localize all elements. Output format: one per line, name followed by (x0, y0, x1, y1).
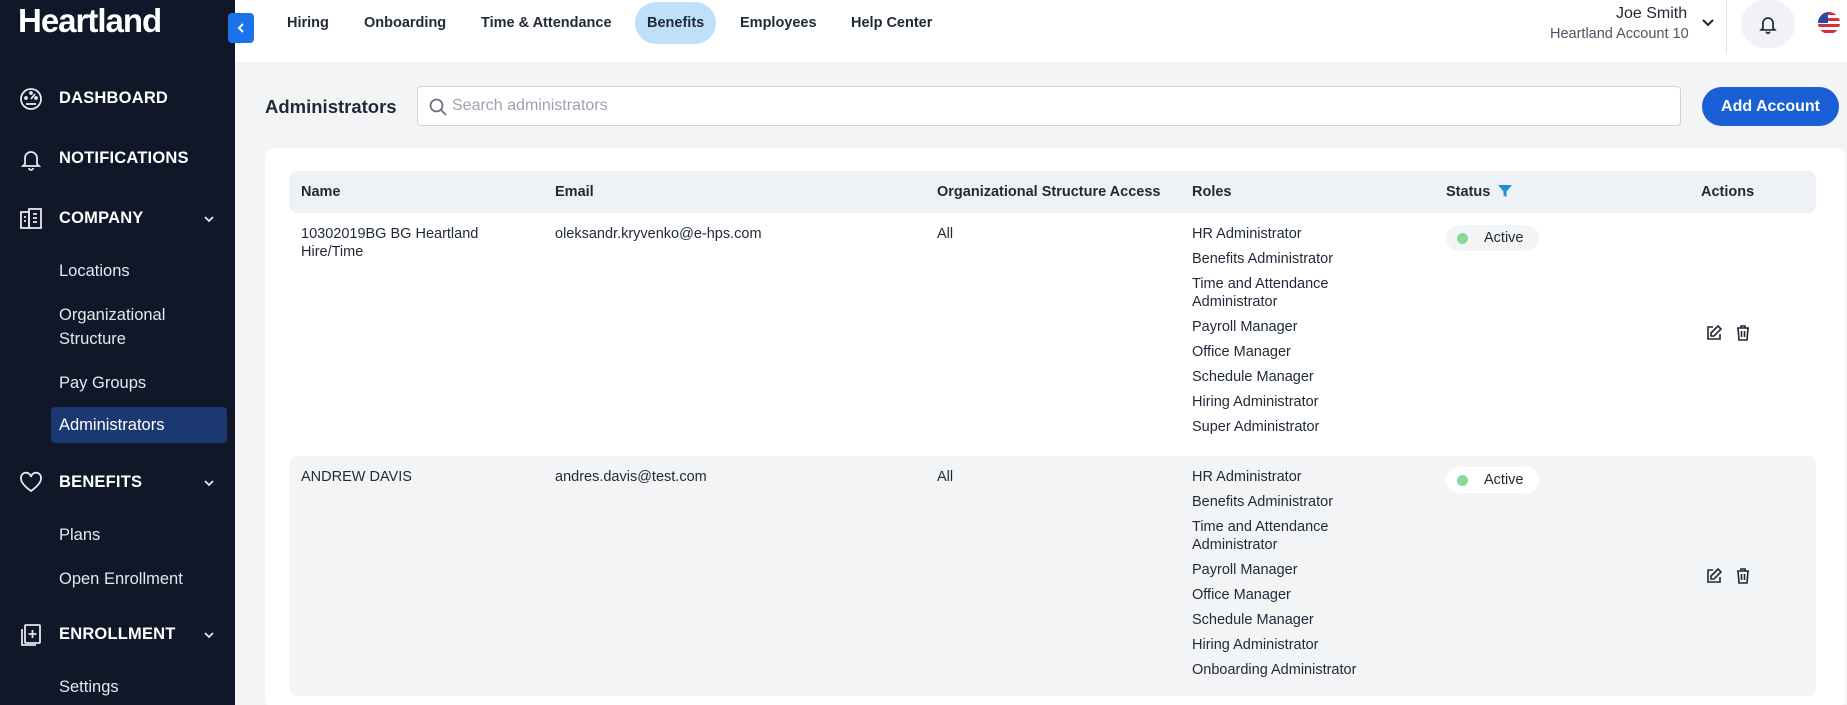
dashboard-icon (20, 88, 42, 110)
row-access: All (937, 469, 954, 485)
us-flag-icon[interactable] (1818, 12, 1840, 34)
search-input[interactable] (452, 91, 1662, 121)
page-title: Administrators (265, 96, 397, 117)
trash-icon[interactable] (1733, 323, 1753, 343)
collapse-sidebar-button[interactable] (228, 13, 254, 43)
role-label: Time and Attendance (1192, 276, 1329, 292)
search-icon (429, 98, 447, 116)
sidebar-item-plans[interactable]: Plans (59, 523, 100, 547)
row-email: oleksandr.kryvenko@e-hps.com (555, 226, 762, 242)
bell-icon (20, 151, 42, 171)
account-name: Heartland Account 10 (1550, 26, 1689, 42)
chevron-down-icon[interactable] (1700, 14, 1716, 30)
column-header-roles[interactable]: Roles (1192, 184, 1232, 200)
role-label: Administrator (1192, 537, 1278, 553)
row-name-line2: Hire/Time (301, 244, 364, 260)
role-label: Payroll Manager (1192, 562, 1298, 578)
chevron-down-icon[interactable] (202, 628, 216, 642)
notifications-button[interactable] (1741, 0, 1795, 48)
bell-icon (1759, 17, 1777, 35)
row-access: All (937, 226, 954, 242)
add-account-button[interactable]: Add Account (1702, 87, 1839, 126)
nav-dashboard-label: DASHBOARD (59, 88, 169, 107)
nav-company[interactable]: COMPANY (0, 200, 235, 236)
enrollment-icon (21, 624, 41, 646)
role-label: Office Manager (1192, 587, 1291, 603)
tab-help-center[interactable]: Help Center (851, 2, 932, 44)
sidebar-item-settings[interactable]: Settings (59, 675, 119, 699)
sidebar-item-organizational-structure[interactable]: Organizational Structure (59, 303, 209, 351)
role-label: Payroll Manager (1192, 319, 1298, 335)
table-row-background (289, 456, 1816, 696)
edit-icon[interactable] (1704, 323, 1724, 343)
chevron-down-icon[interactable] (202, 212, 216, 226)
user-name[interactable]: Joe Smith (1616, 5, 1687, 23)
status-badge: Active (1446, 467, 1539, 493)
chevron-left-icon (237, 23, 244, 33)
role-label: Schedule Manager (1192, 612, 1314, 628)
role-label: Benefits Administrator (1192, 494, 1334, 510)
column-header-actions: Actions (1701, 184, 1755, 200)
role-label: Office Manager (1192, 344, 1291, 360)
column-header-email[interactable]: Email (555, 184, 594, 200)
role-label: HR Administrator (1192, 226, 1302, 242)
nav-benefits-label: BENEFITS (59, 472, 143, 491)
status-badge: Active (1446, 225, 1539, 251)
column-header-status[interactable]: Status (1446, 184, 1490, 200)
header-divider (1726, 0, 1727, 54)
role-label: Administrator (1192, 294, 1278, 310)
nav-enrollment-label: ENROLLMENT (59, 624, 176, 643)
heart-icon (20, 471, 42, 493)
building-icon (20, 208, 42, 229)
search-field[interactable] (417, 86, 1681, 126)
heartland-logo: Heartland (18, 2, 162, 39)
filter-icon[interactable] (1497, 183, 1513, 199)
nav-company-label: COMPANY (59, 208, 144, 227)
role-label: Schedule Manager (1192, 369, 1314, 385)
row-name: 10302019BG BG Heartland (301, 226, 479, 242)
tab-time-attendance[interactable]: Time & Attendance (481, 2, 612, 44)
role-label: Hiring Administrator (1192, 637, 1319, 653)
sidebar: Heartland DASHBOARD NOTIFICATIONS COMPAN… (0, 0, 235, 705)
status-dot (1457, 232, 1468, 244)
sidebar-item-open-enrollment[interactable]: Open Enrollment (59, 567, 183, 591)
tab-employees[interactable]: Employees (740, 2, 817, 44)
chevron-down-icon[interactable] (202, 476, 216, 490)
sidebar-item-locations[interactable]: Locations (59, 259, 130, 283)
status-label: Active (1484, 230, 1524, 246)
column-header-name[interactable]: Name (301, 184, 341, 200)
role-label: Onboarding Administrator (1192, 662, 1357, 678)
nav-notifications-label: NOTIFICATIONS (59, 148, 189, 167)
trash-icon[interactable] (1733, 566, 1753, 586)
tab-hiring[interactable]: Hiring (287, 2, 329, 44)
sidebar-item-pay-groups[interactable]: Pay Groups (59, 371, 146, 395)
sidebar-item-administrators[interactable]: Administrators (51, 407, 227, 443)
row-name: ANDREW DAVIS (301, 469, 412, 485)
row-email: andres.davis@test.com (555, 469, 707, 485)
role-label: Benefits Administrator (1192, 251, 1334, 267)
column-header-access[interactable]: Organizational Structure Access (937, 184, 1160, 200)
nav-notifications[interactable]: NOTIFICATIONS (0, 140, 235, 176)
role-label: Time and Attendance (1192, 519, 1329, 535)
nav-benefits[interactable]: BENEFITS (0, 464, 235, 500)
status-dot (1457, 474, 1468, 486)
tab-benefits[interactable]: Benefits (635, 2, 717, 44)
tab-onboarding[interactable]: Onboarding (364, 2, 446, 44)
role-label: Hiring Administrator (1192, 394, 1319, 410)
nav-dashboard[interactable]: DASHBOARD (0, 80, 235, 116)
status-label: Active (1484, 472, 1524, 488)
edit-icon[interactable] (1704, 566, 1724, 586)
role-label: HR Administrator (1192, 469, 1302, 485)
role-label: Super Administrator (1192, 419, 1320, 435)
nav-enrollment[interactable]: ENROLLMENT (0, 616, 235, 652)
